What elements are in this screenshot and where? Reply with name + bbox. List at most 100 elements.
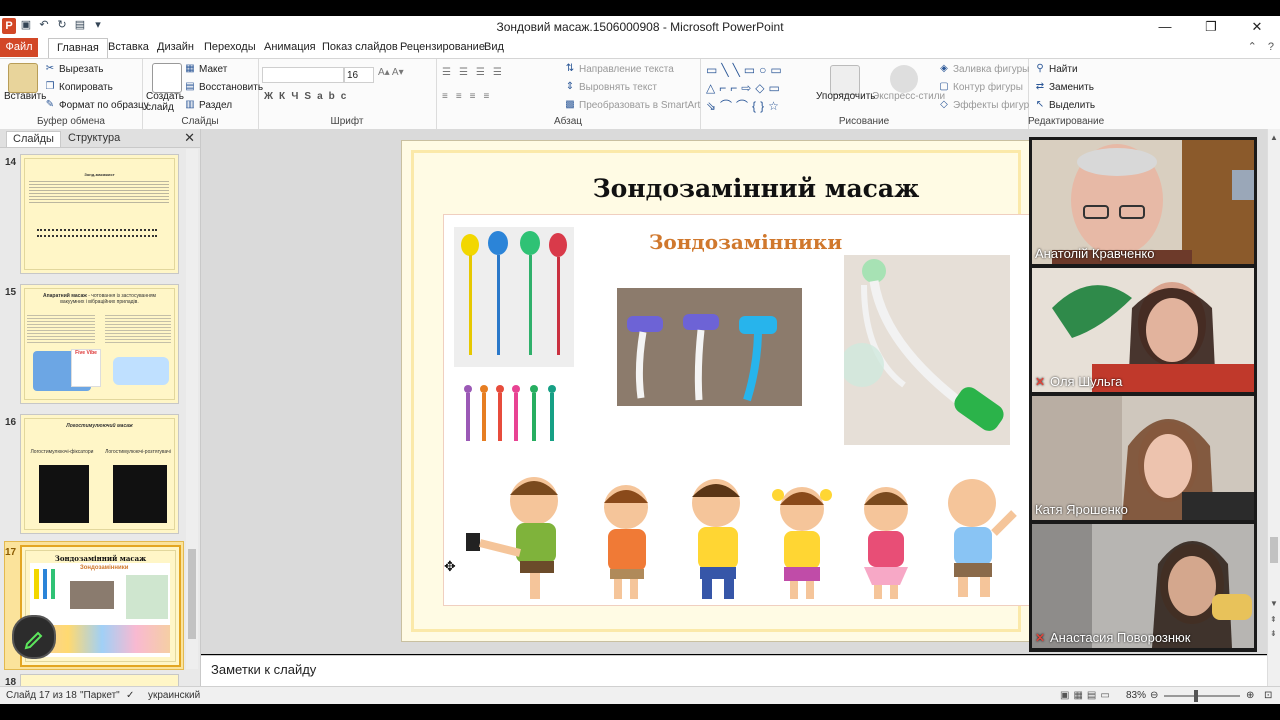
ribbon-tabs: Файл Главная Вставка Дизайн Переходы Ани… — [0, 38, 1280, 58]
arrange-button[interactable]: Упорядочить — [816, 91, 876, 102]
zoom-slider-thumb[interactable] — [1194, 690, 1198, 702]
shape-effects-button[interactable]: ◇ Эффекты фигур — [938, 99, 1029, 111]
fit-slide-icon[interactable]: ⊡ — [1264, 690, 1272, 701]
group-drawing: ▭╲╲▭○▭ △⌐⌐⇨◇▭ ⇘⌒⌒{}☆ Упорядочить Экспрес… — [700, 59, 1029, 129]
replace-button[interactable]: ⇄ Заменить — [1034, 81, 1094, 93]
participant-tile[interactable]: ⨯ Анастасия Поворознюк — [1032, 524, 1254, 648]
copy-button[interactable]: ❐ Копировать — [44, 81, 113, 93]
close-panel-icon[interactable]: ✕ — [184, 130, 195, 146]
help-icon[interactable]: ? — [1268, 41, 1274, 53]
annotation-pen-button[interactable] — [12, 615, 56, 659]
children-illustration[interactable] — [454, 473, 1020, 601]
participant-tile[interactable]: Анатолій Кравченко — [1032, 140, 1254, 264]
participant-tile-active-speaker[interactable]: Катя Ярошенко — [1032, 396, 1254, 520]
current-slide[interactable]: Зондозамінний масаж Зондозамінники — [401, 140, 1031, 642]
group-label-font: Шрифт — [330, 116, 364, 127]
slide-vertical-scrollbar[interactable]: ▲ ▼ ⇞ ⇟ — [1267, 129, 1280, 686]
list-buttons[interactable]: ☰☰☰☰ — [442, 67, 510, 78]
minimize-ribbon-icon[interactable]: ⌃ — [1248, 41, 1257, 53]
text-direction-icon: ⇅ — [565, 63, 575, 74]
align-text-label: Выровнять текст — [579, 81, 657, 93]
scroll-thumb[interactable] — [1270, 537, 1278, 563]
shapes-gallery-row3[interactable]: ⇘⌒⌒{}☆ — [706, 97, 783, 114]
slide-thumbnail-16[interactable]: Логостимулюючий масаж Логостимулюючі-фік… — [20, 414, 179, 534]
zoom-level[interactable]: 83% — [1126, 690, 1146, 701]
scroll-down-icon[interactable]: ▼ — [1270, 599, 1278, 608]
participant-name: Анатолій Кравченко — [1035, 246, 1155, 261]
paste-icon[interactable] — [8, 63, 38, 93]
brush-icon: ✎ — [45, 99, 55, 110]
smartart-button[interactable]: ▩ Преобразовать в SmartArt — [564, 99, 700, 111]
copy-label: Копировать — [59, 81, 113, 93]
child-6 — [948, 479, 1017, 597]
tab-file[interactable]: Файл — [0, 38, 38, 57]
slide-thumbnail-14[interactable]: Зонд-масажист — [20, 154, 179, 274]
align-buttons[interactable]: ≡≡≡≡ — [442, 91, 497, 102]
maximize-icon[interactable]: ❐ — [1188, 16, 1234, 38]
green-massager-photo[interactable] — [844, 255, 1010, 445]
tab-design[interactable]: Дизайн — [149, 38, 202, 57]
language-indicator[interactable]: украинский — [148, 690, 200, 701]
font-format-buttons[interactable]: ЖКЧSabc — [264, 91, 352, 102]
shape-outline-button[interactable]: ▢ Контур фигуры — [938, 81, 1023, 93]
new-slide-icon[interactable] — [152, 63, 182, 93]
small-brushes-image[interactable] — [462, 383, 562, 445]
format-painter-button[interactable]: ✎ Формат по образцу — [44, 99, 149, 111]
thumbnail-number: 14 — [5, 157, 17, 168]
reset-button[interactable]: ▤ Восстановить — [184, 81, 263, 93]
copy-icon: ❐ — [45, 81, 55, 92]
font-size-select[interactable]: 16 — [344, 67, 374, 83]
close-icon[interactable]: ✕ — [1234, 16, 1280, 38]
previous-slide-icon[interactable]: ⇞ — [1270, 615, 1277, 624]
next-slide-icon[interactable]: ⇟ — [1270, 629, 1277, 638]
shape-fill-button[interactable]: ◈ Заливка фигуры — [938, 63, 1029, 75]
zoom-slider[interactable] — [1164, 690, 1240, 702]
layout-button[interactable]: ▦ Макет — [184, 63, 227, 75]
slide-title[interactable]: Зондозамінний масаж — [402, 174, 1030, 203]
participant-name-text: Анатолій Кравченко — [1035, 246, 1155, 261]
align-text-button[interactable]: ⇕ Выровнять текст — [564, 81, 657, 93]
quick-styles-button[interactable]: Экспресс-стили — [872, 91, 945, 102]
participant-tile[interactable]: ⨯ Оля Шульга — [1032, 268, 1254, 392]
view-buttons[interactable]: ▣▦▤▭ — [1060, 690, 1114, 701]
colored-spoons-image[interactable] — [454, 227, 574, 367]
thumbnail-text-lines — [27, 313, 95, 343]
slide-content-card[interactable]: Зондозамінники — [443, 214, 1030, 606]
quick-styles-icon[interactable] — [890, 65, 918, 93]
font-grow-shrink[interactable]: A▴ A▾ — [378, 67, 404, 78]
spellcheck-icon[interactable]: ✓ — [126, 690, 134, 701]
tab-slides[interactable]: Слайды — [6, 131, 61, 147]
thumbnails-scroll-thumb[interactable] — [188, 549, 196, 639]
thumbnail-col-label: Логостимулюючі-фіксатори — [30, 449, 94, 455]
thumbnail-spoons-image — [34, 569, 60, 599]
tab-home[interactable]: Главная — [48, 38, 108, 58]
slide-thumbnail-15[interactable]: Апаратний масаж - чотовання із застосува… — [20, 284, 179, 404]
font-family-select[interactable] — [262, 67, 344, 83]
paste-button[interactable]: Вставить — [4, 91, 46, 102]
tab-transitions[interactable]: Переходы — [196, 38, 264, 57]
new-slide-button[interactable]: Создать слайд — [146, 91, 184, 113]
roller-brushes-photo[interactable] — [617, 288, 802, 406]
shape-fill-label: Заливка фигуры — [953, 63, 1030, 75]
tab-outline[interactable]: Структура — [62, 131, 126, 146]
zoom-out-icon[interactable]: ⊖ — [1150, 690, 1158, 701]
slide-subtitle[interactable]: Зондозамінники — [649, 230, 842, 254]
tab-view[interactable]: Вид — [476, 38, 512, 57]
notes-pane[interactable]: Заметки к слайду — [201, 655, 1267, 686]
text-direction-button[interactable]: ⇅ Направление текста — [564, 63, 674, 75]
cut-button[interactable]: ✂ Вырезать — [44, 63, 104, 75]
find-button[interactable]: ⚲ Найти — [1034, 63, 1077, 75]
notes-placeholder[interactable]: Заметки к слайду — [211, 662, 316, 677]
select-button[interactable]: ↖ Выделить — [1034, 99, 1095, 111]
shapes-gallery-row2[interactable]: △⌐⌐⇨◇▭ — [706, 81, 784, 95]
zoom-in-icon[interactable]: ⊕ — [1246, 690, 1254, 701]
group-paragraph: ☰☰☰☰ ≡≡≡≡ ⇅ Направление текста ⇕ Выровнять… — [436, 59, 701, 129]
shapes-gallery[interactable]: ▭╲╲▭○▭ — [706, 63, 786, 77]
video-conference-panel: Анатолій Кравченко ⨯ Оля Шульга Катя Ярош… — [1029, 137, 1257, 652]
scroll-up-icon[interactable]: ▲ — [1270, 133, 1278, 142]
section-button[interactable]: ▥ Раздел — [184, 99, 232, 111]
shape-outline-label: Контур фигуры — [953, 81, 1023, 93]
section-label: Раздел — [199, 99, 233, 111]
thumbnail-probe-image — [37, 229, 157, 237]
minimize-icon[interactable]: — — [1142, 16, 1188, 38]
